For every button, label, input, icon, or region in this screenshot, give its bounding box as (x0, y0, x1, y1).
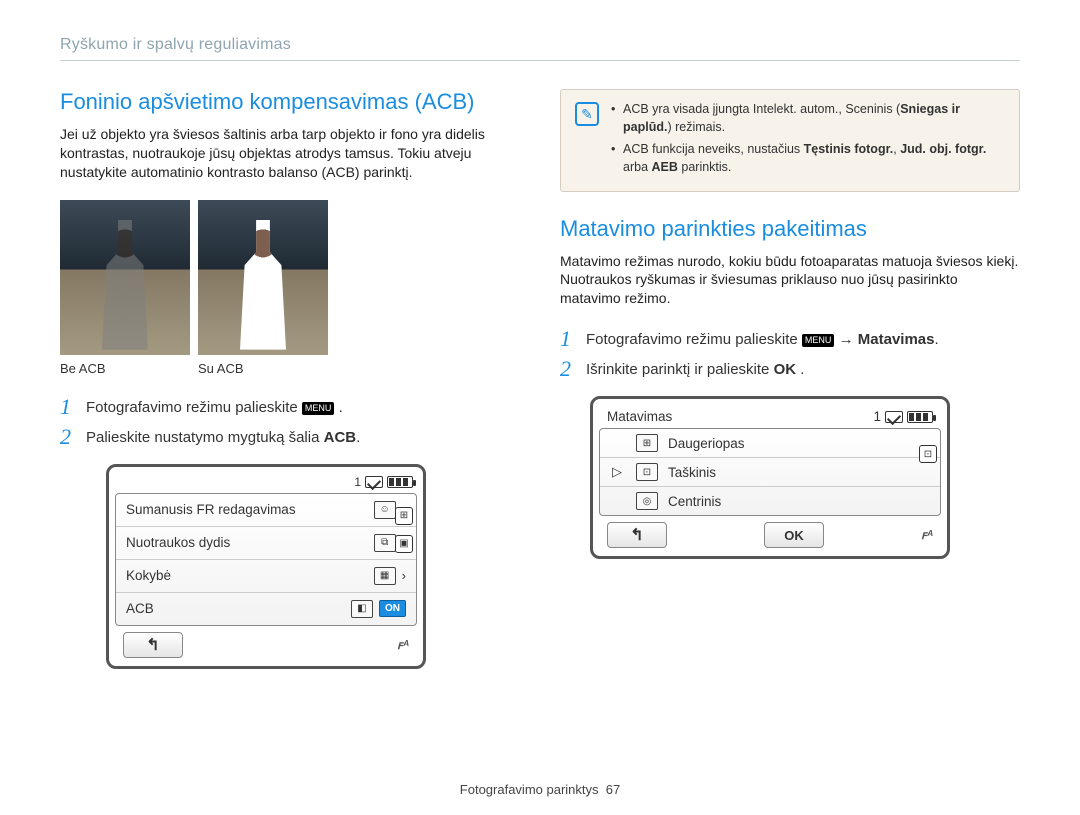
photo-comparison (60, 200, 520, 355)
info-icon: ✎ (575, 102, 599, 126)
battery-icon (387, 476, 413, 488)
back-button[interactable]: ↰ (607, 522, 667, 548)
option-label: Taškinis (668, 465, 716, 480)
quality-icon: ▦ (374, 567, 396, 585)
metering-option-multi[interactable]: ⊞ Daugeriopas (600, 429, 940, 458)
spot-icon: ⊡ (636, 463, 658, 481)
status-count: 1 (873, 409, 881, 424)
center-icon: ◎ (636, 492, 658, 510)
footer-page: 67 (606, 782, 620, 797)
step-number: 2 (60, 426, 74, 448)
menu-label: ACB (126, 601, 154, 616)
menu-label: Sumanusis FR redagavimas (126, 502, 296, 517)
metering-option-center[interactable]: ◎ Centrinis (600, 487, 940, 515)
on-badge[interactable]: ON (379, 600, 406, 617)
left-column: Foninio apšvietimo kompensavimas (ACB) J… (60, 89, 520, 669)
option-label: Daugeriopas (668, 436, 745, 451)
step-number: 1 (60, 396, 74, 418)
menu-label: Nuotraukos dydis (126, 535, 230, 550)
metering-panel: Matavimas 1 ⊞ Daugeriopas ▷ ⊡ Taškinis (590, 396, 950, 559)
step2-text-pre: Palieskite nustatymo mygtuką šalia (86, 429, 324, 446)
menu-photo-size[interactable]: Nuotraukos dydis ⧉› (116, 527, 416, 560)
arrow-text: → (834, 331, 857, 348)
menu-quality[interactable]: Kokybė ▦ › (116, 560, 416, 593)
step2-text-post: . (796, 361, 804, 378)
step2-text-post: . (356, 429, 360, 446)
heading-metering: Matavimo parinkties pakeitimas (560, 216, 1020, 242)
option-label: Centrinis (668, 494, 721, 509)
metering-option-spot[interactable]: ▷ ⊡ Taškinis (600, 458, 940, 487)
metering-step-1: 1 Fotografavimo režimu palieskite MENU →… (560, 328, 1020, 350)
size-icon: ⧉ (374, 534, 396, 552)
acb-step-1: 1 Fotografavimo režimu palieskite MENU . (60, 396, 520, 418)
acb-intro: Jei už objekto yra šviesos šaltinis arba… (60, 125, 520, 182)
step1-text-post: . (334, 399, 342, 416)
flash-indicator: ꜰᴬ (921, 528, 933, 542)
ok-text: OK (774, 361, 797, 378)
metering-title: Matavimas (607, 409, 672, 424)
metering-spot-icon: ▣ (395, 535, 413, 553)
metering-intro: Matavimo režimas nurodo, kokiu būdu foto… (560, 252, 1020, 309)
step-number: 2 (560, 358, 574, 380)
menu-icon: MENU (302, 402, 335, 415)
step2-text-pre: Išrinkite parinktį ir palieskite (586, 361, 774, 378)
footer-label: Fotografavimo parinktys (460, 782, 599, 797)
metering-multi-icon: ⊞ (395, 507, 413, 525)
step2-bold: ACB (324, 429, 357, 446)
acb-settings-panel: 1 Sumanusis FR redagavimas ☺› Nuotraukos… (106, 464, 426, 669)
spot-side-icon: ⊡ (919, 445, 937, 463)
menu-label: Kokybė (126, 568, 171, 583)
ok-button[interactable]: OK (764, 522, 824, 548)
step1-text-post: . (934, 331, 938, 348)
menu-acb-toggle[interactable]: ACB ◧ ON (116, 593, 416, 625)
info-note: ✎ ACB yra visada įjungta Intelekt. autom… (560, 89, 1020, 192)
note-bullet-2: ACB funkcija neveiks, nustačius Tęstinis… (611, 140, 1005, 176)
metering-step-2: 2 Išrinkite parinktį ir palieskite OK . (560, 358, 1020, 380)
back-button[interactable]: ↰ (123, 632, 183, 658)
acb-step-2: 2 Palieskite nustatymo mygtuką šalia ACB… (60, 426, 520, 448)
step1-text-pre: Fotografavimo režimu palieskite (86, 399, 302, 416)
step1-bold: Matavimas (858, 331, 935, 348)
status-count: 1 (354, 475, 361, 489)
breadcrumb: Ryškumo ir spalvų reguliavimas (60, 36, 1020, 61)
memory-card-icon (885, 411, 903, 423)
menu-smart-fr[interactable]: Sumanusis FR redagavimas ☺› (116, 494, 416, 527)
label-be-acb: Be ACB (60, 361, 190, 376)
multi-icon: ⊞ (636, 434, 658, 452)
heading-acb: Foninio apšvietimo kompensavimas (ACB) (60, 89, 520, 115)
step-number: 1 (560, 328, 574, 350)
chevron-right-icon: › (402, 568, 406, 583)
note-bullet-1: ACB yra visada įjungta Intelekt. autom.,… (611, 100, 1005, 136)
photo-after-acb (198, 200, 328, 355)
step1-text-pre: Fotografavimo režimu palieskite (586, 331, 802, 348)
acb-icon: ◧ (351, 600, 373, 618)
label-su-acb: Su ACB (198, 361, 328, 376)
photo-before-acb (60, 200, 190, 355)
radio-selected-icon: ▷ (612, 464, 626, 480)
flash-indicator: ꜰᴬ (397, 638, 409, 652)
battery-icon (907, 411, 933, 423)
menu-icon: MENU (802, 334, 835, 347)
page-footer: Fotografavimo parinktys 67 (0, 782, 1080, 797)
face-icon: ☺ (374, 501, 396, 519)
memory-card-icon (365, 476, 383, 488)
right-column: ✎ ACB yra visada įjungta Intelekt. autom… (560, 89, 1020, 669)
